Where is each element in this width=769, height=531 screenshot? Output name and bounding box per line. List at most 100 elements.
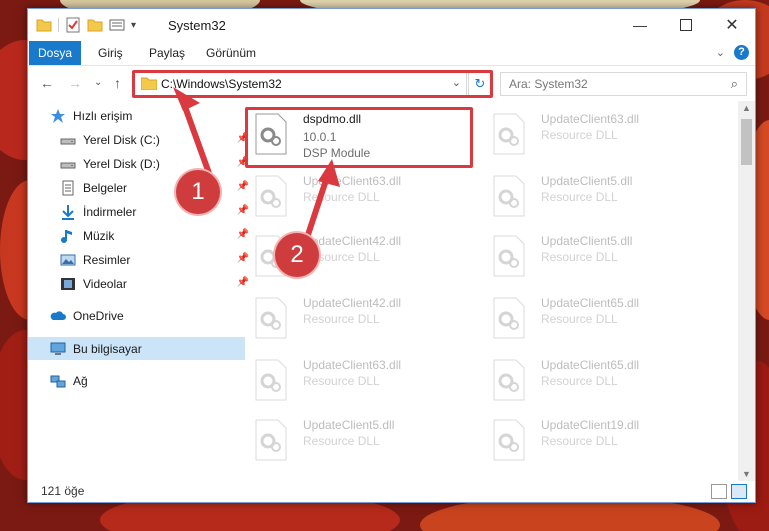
scrollbar-thumb[interactable] [741,119,752,165]
file-description: Resource DLL [541,374,618,388]
tab-paylas[interactable]: Paylaş [140,41,194,65]
file-name: UpdateClient63.dll [303,174,402,188]
quick-access-toolbar: ▾ [36,17,136,33]
customize-toolbar-icon[interactable]: ▾ [131,20,136,31]
dll-file-icon [493,297,525,339]
cloud-icon [50,308,66,324]
sidebar-item-disk-d[interactable]: Yerel Disk (D:) 📌 [28,152,255,175]
file-name: UpdateClient42.dll [303,296,402,310]
dll-file-icon [255,359,287,401]
sidebar-item-label: Hızlı erişim [73,108,133,123]
dll-file-icon [255,297,287,339]
computer-icon [50,341,66,357]
recent-locations-icon[interactable]: ⌄ [94,77,102,88]
file-name: UpdateClient5.dll [303,418,395,432]
file-tile-highlight [245,107,473,168]
window-controls: — ✕ [617,9,755,41]
file-description: Resource DLL [541,250,618,264]
new-folder-icon[interactable] [87,17,103,33]
sidebar-item-label: Videolar [83,276,127,291]
file-tile[interactable]: UpdateClient5.dll Resource DLL [245,415,475,471]
file-name: UpdateClient65.dll [541,358,640,372]
dll-file-icon [493,419,525,461]
sidebar-item-label: Belgeler [83,180,128,195]
sidebar-item-pictures[interactable]: Resimler 📌 [28,248,255,271]
help-icon[interactable]: ? [734,45,749,60]
drive-icon [60,156,76,172]
sidebar-item-onedrive[interactable]: OneDrive [28,304,245,327]
details-view-icon[interactable] [711,484,727,499]
dll-file-icon [255,419,287,461]
tab-giris[interactable]: Giriş [89,41,132,65]
close-button[interactable]: ✕ [709,9,755,41]
file-tile[interactable]: UpdateClient65.dll Resource DLL [483,355,713,411]
maximize-button[interactable] [663,9,709,41]
folder-icon[interactable] [36,17,52,33]
file-name: UpdateClient19.dll [541,418,640,432]
dll-file-icon [493,113,525,155]
sidebar-item-this-pc[interactable]: Bu bilgisayar [28,337,245,360]
sidebar-item-label: OneDrive [73,308,124,323]
close-icon: ✕ [725,17,739,34]
sidebar-item-network[interactable]: Ağ [28,369,245,392]
sidebar-item-label: Bu bilgisayar [73,341,142,356]
drive-icon [60,132,76,148]
dll-file-icon [493,175,525,217]
file-tile[interactable]: UpdateClient5.dll Resource DLL [483,171,713,227]
videos-icon [60,276,76,292]
music-icon [60,228,76,244]
item-count: 121 öğe [41,484,85,498]
forward-arrow-icon[interactable]: → [68,75,82,91]
documents-icon [60,180,76,196]
callout-badge-1: 1 [176,170,220,214]
sidebar-item-quick-access[interactable]: Hızlı erişim [28,104,245,127]
toolbar-divider [58,18,59,32]
tab-gorunum[interactable]: Görünüm [197,41,265,65]
file-tile[interactable]: UpdateClient63.dll Resource DLL [483,109,713,165]
dll-file-icon [255,175,287,217]
ribbon-tabs: Dosya Giriş Paylaş Görünüm ⌄ ? [28,41,755,66]
scroll-up-icon[interactable]: ▲ [742,103,751,113]
minimize-icon: — [633,17,647,33]
scroll-down-icon[interactable]: ▼ [742,469,751,479]
sidebar-item-documents[interactable]: Belgeler 📌 [28,176,255,199]
file-tile[interactable]: UpdateClient65.dll Resource DLL [483,293,713,349]
sidebar-item-videos[interactable]: Videolar 📌 [28,272,255,295]
status-bar: 121 öğe [28,480,755,502]
maximize-icon [680,19,692,31]
file-name: UpdateClient5.dll [541,174,633,188]
dll-file-icon [493,235,525,277]
sidebar-item-label: İndirmeler [83,204,137,219]
address-bar-highlight [132,70,493,98]
file-tile[interactable]: UpdateClient19.dll Resource DLL [483,415,713,471]
callout-badge-2: 2 [275,233,319,277]
minimize-button[interactable]: — [617,9,663,41]
properties-icon[interactable] [65,17,81,33]
sidebar-item-disk-c[interactable]: Yerel Disk (C:) 📌 [28,128,255,151]
file-description: Resource DLL [303,312,380,326]
file-name: UpdateClient5.dll [541,234,633,248]
file-tile[interactable]: UpdateClient5.dll Resource DLL [483,231,713,287]
file-tile[interactable]: UpdateClient63.dll Resource DLL [245,355,475,411]
file-tile[interactable]: UpdateClient42.dll Resource DLL [245,293,475,349]
file-description: Resource DLL [541,190,618,204]
sidebar-item-downloads[interactable]: İndirmeler 📌 [28,200,255,223]
sidebar-item-music[interactable]: Müzik 📌 [28,224,255,247]
tab-dosya[interactable]: Dosya [29,41,82,65]
window-title: System32 [168,18,226,33]
vertical-scrollbar[interactable]: ▲ ▼ [738,101,755,481]
file-name: UpdateClient42.dll [303,234,402,248]
search-box[interactable]: Ara: System32 ⌕ [500,72,747,96]
file-description: Resource DLL [541,434,618,448]
sidebar-item-label: Ağ [73,373,88,388]
expand-ribbon-icon[interactable]: ⌄ [716,46,725,59]
up-arrow-icon[interactable]: ↑ [114,75,121,91]
sidebar-item-label: Yerel Disk (C:) [83,132,160,147]
view-options-icon[interactable] [109,17,125,33]
dll-file-icon [493,359,525,401]
title-bar: ▾ System32 — ✕ [28,9,755,41]
large-icons-view-icon[interactable] [731,484,747,499]
back-arrow-icon[interactable]: ← [40,75,54,91]
file-name: UpdateClient63.dll [541,112,640,126]
file-tile[interactable]: UpdateClient63.dll Resource DLL [245,171,475,227]
